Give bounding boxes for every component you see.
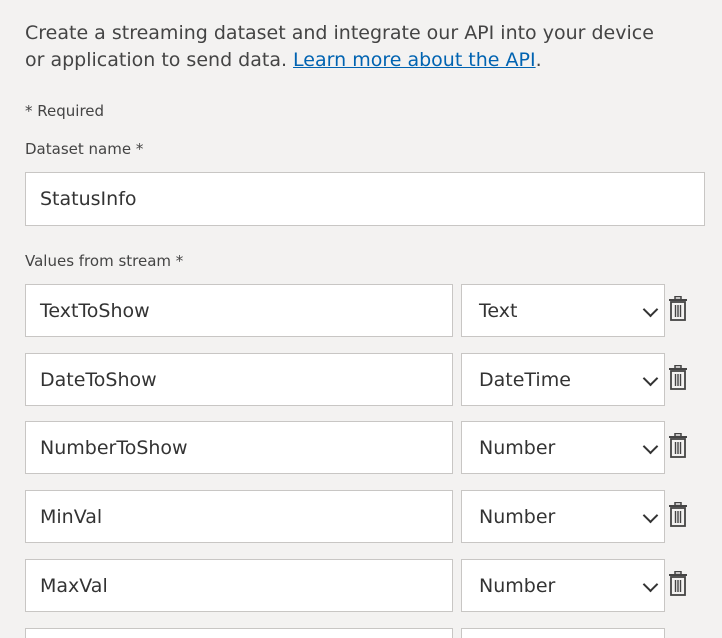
trash-icon[interactable]	[668, 433, 688, 459]
required-mark: *	[135, 140, 144, 158]
trash-icon[interactable]	[668, 571, 688, 597]
stream-value-type-select[interactable]: DateTime	[461, 353, 665, 406]
trash-icon[interactable]	[668, 502, 688, 528]
required-note: * Required	[25, 102, 105, 120]
stream-value-name-input[interactable]: DateToShow	[25, 353, 453, 406]
chevron-down-icon	[642, 370, 659, 386]
stream-value-name-input[interactable]	[25, 628, 453, 638]
chevron-down-icon	[642, 507, 659, 523]
trash-icon[interactable]	[668, 296, 688, 322]
stream-value-type-select[interactable]: Text	[461, 284, 665, 337]
stream-value-name-input[interactable]: TextToShow	[25, 284, 453, 337]
stream-value-type-select[interactable]: Number	[461, 559, 665, 612]
chevron-down-icon	[642, 301, 659, 317]
intro-text: Create a streaming dataset and integrate…	[25, 22, 654, 71]
chevron-down-icon	[642, 438, 659, 454]
stream-value-type-select[interactable]	[461, 628, 665, 638]
stream-value-name-input[interactable]: NumberToShow	[25, 421, 453, 474]
dataset-name-label: Dataset name *	[25, 140, 144, 158]
required-mark: *	[175, 252, 184, 270]
stream-value-type-select[interactable]: Number	[461, 490, 665, 543]
stream-value-name-input[interactable]: MaxVal	[25, 559, 453, 612]
stream-value-type-select[interactable]: Number	[461, 421, 665, 474]
values-from-stream-label: Values from stream *	[25, 252, 184, 270]
dataset-name-input[interactable]: StatusInfo	[25, 172, 705, 226]
chevron-down-icon	[642, 576, 659, 592]
trash-icon[interactable]	[668, 365, 688, 391]
learn-more-link[interactable]: Learn more about the API	[293, 49, 536, 71]
stream-value-name-input[interactable]: MinVal	[25, 490, 453, 543]
